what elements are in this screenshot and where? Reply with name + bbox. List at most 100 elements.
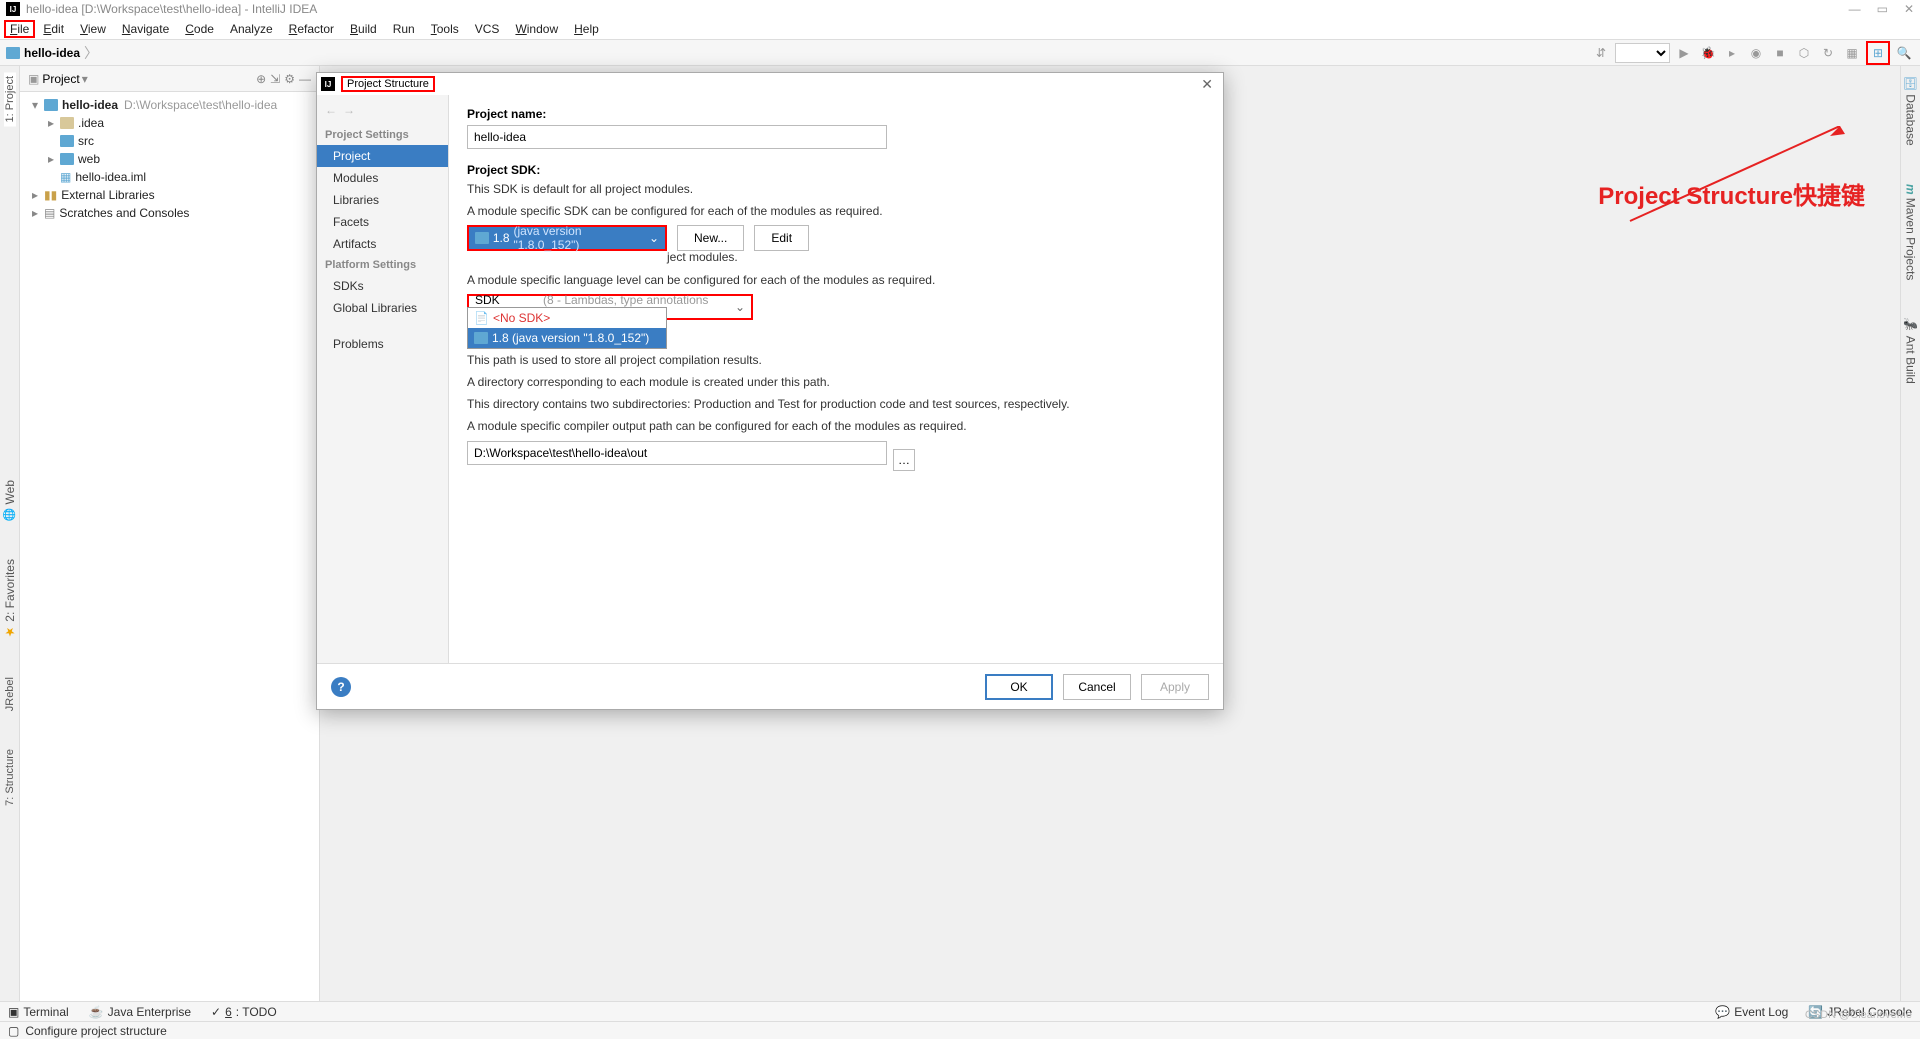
menu-run[interactable]: Run [385, 20, 423, 38]
sidebar-item-problems[interactable]: Problems [317, 333, 448, 355]
tab-web[interactable]: 🌐 Web [3, 476, 17, 525]
tab-structure[interactable]: 7: Structure [4, 745, 16, 810]
back-icon[interactable]: ← [325, 103, 337, 117]
tab-project[interactable]: 1: Project [4, 72, 16, 126]
help-icon[interactable]: ? [331, 677, 351, 697]
sdk-desc2: A module specific SDK can be configured … [467, 203, 1205, 219]
layout-icon[interactable]: ▦ [1842, 43, 1862, 63]
tree-scratches[interactable]: ▸▤Scratches and Consoles [24, 204, 315, 222]
menu-analyze[interactable]: Analyze [222, 20, 281, 38]
project-structure-button[interactable]: ⊞ [1866, 41, 1890, 65]
watermark: CSDN @ClearloveMe [1805, 1009, 1912, 1021]
menu-code[interactable]: Code [177, 20, 222, 38]
tree-iml[interactable]: ▦hello-idea.iml [24, 168, 315, 186]
menu-edit[interactable]: Edit [35, 20, 72, 38]
breadcrumb-root[interactable]: hello-idea [6, 46, 80, 60]
edit-sdk-button[interactable]: Edit [754, 225, 809, 251]
folder-icon [6, 47, 20, 59]
sidebar-item-modules[interactable]: Modules [317, 167, 448, 189]
project-panel-title: Project [42, 72, 79, 86]
attach-icon[interactable]: ⬡ [1794, 43, 1814, 63]
maximize-icon[interactable]: ▭ [1877, 2, 1888, 16]
hide-icon[interactable]: — [299, 72, 311, 86]
menu-vcs[interactable]: VCS [467, 20, 508, 38]
sidebar-item-sdks[interactable]: SDKs [317, 275, 448, 297]
dialog-titlebar: IJ Project Structure ✕ [317, 73, 1223, 95]
cancel-button[interactable]: Cancel [1063, 674, 1131, 700]
sidebar-item-artifacts[interactable]: Artifacts [317, 233, 448, 255]
tab-terminal[interactable]: ▣ Terminal [8, 1005, 69, 1019]
stop-icon[interactable]: ■ [1770, 43, 1790, 63]
lang-desc-partial: ject modules. [667, 249, 1205, 265]
project-name-label: Project name: [467, 107, 1205, 121]
project-tree: ▾hello-ideaD:\Workspace\test\hello-idea … [20, 92, 319, 226]
update-icon[interactable]: ↻ [1818, 43, 1838, 63]
sdk-dropdown: 📄<No SDK> 1.8 (java version "1.8.0_152") [467, 307, 667, 349]
tab-favorites[interactable]: ★ 2: Favorites [3, 555, 17, 643]
tab-jrebel[interactable]: JRebel [4, 673, 16, 715]
output-desc3: This directory contains two subdirectori… [467, 396, 1205, 412]
tab-java-ee[interactable]: ☕ Java Enterprise [89, 1005, 191, 1019]
menu-build[interactable]: Build [342, 20, 385, 38]
tree-idea[interactable]: ▸.idea [24, 114, 315, 132]
apply-button[interactable]: Apply [1141, 674, 1209, 700]
run-config-select[interactable] [1615, 43, 1670, 63]
menu-view[interactable]: View [72, 20, 114, 38]
dialog-close-icon[interactable]: ✕ [1195, 76, 1219, 93]
expand-icon[interactable]: ⇲ [270, 72, 280, 86]
menu-navigate[interactable]: Navigate [114, 20, 177, 38]
sdk-opt-18[interactable]: 1.8 (java version "1.8.0_152") [468, 328, 666, 348]
sidebar-item-global-libs[interactable]: Global Libraries [317, 297, 448, 319]
run-icon[interactable]: ▶ [1674, 43, 1694, 63]
dialog-sidebar: ←→ Project Settings Project Modules Libr… [317, 95, 449, 663]
tab-database[interactable]: 🗄 Database [1904, 72, 1918, 150]
window-controls: — ▭ ✕ [1849, 2, 1914, 16]
sdk-opt-none[interactable]: 📄<No SDK> [468, 308, 666, 328]
tree-web[interactable]: ▸web [24, 150, 315, 168]
project-sdk-label: Project SDK: [467, 163, 1205, 177]
window-title: hello-idea [D:\Workspace\test\hello-idea… [26, 2, 317, 16]
collapse-icon[interactable]: ⊕ [256, 72, 266, 86]
tab-ant[interactable]: 🐜 Ant Build [1904, 314, 1918, 388]
minimize-icon[interactable]: — [1849, 2, 1861, 16]
intellij-icon: IJ [6, 2, 20, 16]
menu-tools[interactable]: Tools [423, 20, 467, 38]
tab-maven[interactable]: m Maven Projects [1904, 180, 1918, 284]
tree-src[interactable]: src [24, 132, 315, 150]
menu-file[interactable]: File [4, 20, 35, 38]
coverage-icon[interactable]: ▸ [1722, 43, 1742, 63]
sidebar-item-facets[interactable]: Facets [317, 211, 448, 233]
tree-ext-libs[interactable]: ▸▮▮External Libraries [24, 186, 315, 204]
project-structure-dialog: IJ Project Structure ✕ ←→ Project Settin… [316, 72, 1224, 710]
chevron-down-icon: ⌄ [735, 300, 745, 314]
browse-button[interactable]: … [893, 449, 915, 471]
sync-icon[interactable]: ⇵ [1591, 43, 1611, 63]
close-icon[interactable]: ✕ [1904, 2, 1914, 16]
forward-icon[interactable]: → [343, 103, 355, 117]
dialog-title: Project Structure [341, 76, 435, 92]
navbar: hello-idea 〉 ⇵ ▶ 🐞 ▸ ◉ ■ ⬡ ↻ ▦ ⊞ 🔍 [0, 40, 1920, 66]
output-path-input[interactable] [467, 441, 887, 465]
ok-button[interactable]: OK [985, 674, 1053, 700]
lang-desc2: A module specific language level can be … [467, 272, 1205, 288]
debug-icon[interactable]: 🐞 [1698, 43, 1718, 63]
new-sdk-button[interactable]: New... [677, 225, 744, 251]
menu-refactor[interactable]: Refactor [281, 20, 342, 38]
right-tool-rail: 🗄 Database m Maven Projects 🐜 Ant Build [1900, 66, 1920, 1003]
project-sdk-combo[interactable]: 1.8 (java version "1.8.0_152") ⌄ [467, 225, 667, 251]
menu-help[interactable]: Help [566, 20, 607, 38]
profile-icon[interactable]: ◉ [1746, 43, 1766, 63]
menu-window[interactable]: Window [507, 20, 566, 38]
tree-root[interactable]: ▾hello-ideaD:\Workspace\test\hello-idea [24, 96, 315, 114]
gear-icon[interactable]: ⚙ [284, 72, 295, 86]
sidebar-item-libraries[interactable]: Libraries [317, 189, 448, 211]
project-name-input[interactable] [467, 125, 887, 149]
tab-event-log[interactable]: 💬 Event Log [1715, 1005, 1788, 1019]
project-panel: ▣ Project ▾ ⊕ ⇲ ⚙ — ▾hello-ideaD:\Worksp… [20, 66, 320, 1003]
sidebar-item-project[interactable]: Project [317, 145, 448, 167]
menubar: File Edit View Navigate Code Analyze Ref… [0, 18, 1920, 40]
project-panel-header: ▣ Project ▾ ⊕ ⇲ ⚙ — [20, 66, 319, 92]
search-icon[interactable]: 🔍 [1894, 43, 1914, 63]
folder-icon [475, 232, 489, 244]
tab-todo[interactable]: ✓ 6: TODO [211, 1005, 277, 1019]
